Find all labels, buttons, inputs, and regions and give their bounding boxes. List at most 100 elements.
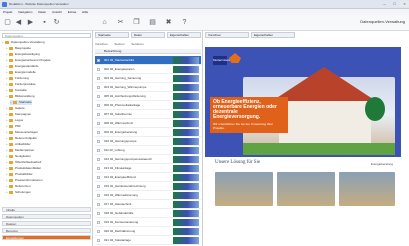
tab-vorschau[interactable]: Vorschau	[205, 32, 249, 38]
tree-item[interactable]: + Kampagnen	[6, 112, 31, 117]
menu-project[interactable]: Projekt	[3, 10, 12, 14]
list-item[interactable]: 011 02_Lüftung	[95, 146, 201, 155]
delete-icon[interactable]: ✖	[164, 18, 173, 27]
tree-item[interactable]: + Datenquellen-Verwaltung	[2, 40, 45, 45]
menu-navigation[interactable]: Navigation	[18, 10, 32, 14]
tab-eigenschaften-right[interactable]: Eigenschaften	[251, 32, 295, 38]
list-item[interactable]: 019 02_Fenstersanierung	[95, 218, 201, 227]
tab-eigenschaften[interactable]: Eigenschaften	[167, 32, 201, 38]
menu-help[interactable]: Hilfe	[82, 10, 88, 14]
list-item[interactable]: 010 02_Heizungspumpe	[95, 137, 201, 146]
tab-daten[interactable]: Daten	[131, 32, 165, 38]
row-checkbox[interactable]	[97, 185, 100, 188]
folder-icon[interactable]: ▤	[148, 18, 157, 27]
tree-item[interactable]: + Logos	[6, 118, 23, 123]
minimize-icon[interactable]: –	[380, 1, 389, 7]
tree-item[interactable]: + Energiestandards	[6, 64, 39, 69]
tree-item[interactable]: + Startseite	[10, 100, 32, 105]
list-item[interactable]: 015 02_Heizkostenabrechnung	[95, 182, 201, 191]
tree-item[interactable]: + Messeunterlagen	[6, 130, 38, 135]
back-icon[interactable]: ◀	[14, 18, 23, 27]
tree-item[interactable]: + Medienpartner	[6, 148, 34, 153]
help-icon[interactable]: ?	[180, 18, 189, 27]
cut-icon[interactable]: ✂	[116, 18, 125, 27]
tree-item[interactable]: + Energiemodelle	[6, 70, 36, 75]
save-icon[interactable]: ▪	[40, 18, 49, 27]
tree-item[interactable]: + Kontakte	[6, 88, 27, 93]
row-checkbox[interactable]	[97, 104, 100, 107]
row-checkbox[interactable]	[97, 113, 100, 116]
tree-item[interactable]: + Produktdatenblätter	[6, 166, 41, 171]
list-item[interactable]: 006 02_Photovoltaikanlage	[95, 101, 201, 110]
menu-view[interactable]: Ansicht	[52, 10, 62, 14]
tree-item[interactable]: + Bildverwaltung	[6, 94, 35, 99]
tree-item[interactable]: + Schulungen	[6, 190, 31, 195]
tree-item[interactable]: + Artikelbilder	[6, 142, 31, 147]
row-checkbox[interactable]	[97, 230, 100, 233]
tab-startseite[interactable]: Startseite	[95, 32, 129, 38]
new-icon[interactable]: ▢	[3, 18, 12, 27]
list-item[interactable]: 012 02_Heizungspumpenaustausch	[95, 155, 201, 164]
row-checkbox[interactable]	[97, 131, 100, 134]
tree-item[interactable]: + Produktbilder	[6, 172, 33, 177]
forward-icon[interactable]: ▶	[26, 18, 35, 27]
row-checkbox[interactable]	[97, 158, 100, 161]
panel-contents[interactable]: Inhalte	[2, 207, 91, 212]
list-item[interactable]: 021 02_Solaranlage	[95, 236, 201, 245]
home-icon[interactable]: ⌂	[100, 18, 109, 27]
list-item[interactable]: 008 02_Wärmeschutz	[95, 119, 201, 128]
tree-item[interactable]: + Presseinformationen	[6, 178, 43, 183]
list-item[interactable]: 020 02_Dachdämmung	[95, 227, 201, 236]
row-checkbox[interactable]	[97, 86, 100, 89]
menu-data[interactable]: Daten	[38, 10, 46, 14]
tree-item[interactable]: + Bauprojekte	[6, 46, 31, 51]
row-checkbox[interactable]	[97, 167, 100, 170]
filter-preview[interactable]: Vorschau	[95, 42, 108, 46]
list-item[interactable]: 009 02_Energieberatung	[95, 128, 201, 137]
tree-item[interactable]: + PDF	[6, 124, 21, 129]
tree-item[interactable]: + Energiekonferenz-Projekte	[6, 58, 51, 63]
row-checkbox[interactable]	[97, 68, 100, 71]
list-item[interactable]: 013 02_Klimaanlage	[95, 164, 201, 173]
menu-extras[interactable]: Extras	[68, 10, 77, 14]
row-checkbox[interactable]	[97, 239, 100, 242]
tree-item[interactable]: + Referenzen	[6, 184, 31, 189]
close-icon[interactable]: ×	[400, 1, 409, 7]
tree-item[interactable]: + Förderung	[6, 76, 29, 81]
row-checkbox[interactable]	[97, 212, 100, 215]
filter-sort[interactable]: Sortieren	[131, 42, 143, 46]
row-checkbox[interactable]	[97, 122, 100, 125]
row-checkbox[interactable]	[97, 194, 100, 197]
panel-users[interactable]: Benutzer	[2, 228, 91, 233]
list-item[interactable]: 001 02_Startseitenbild	[95, 56, 201, 65]
list-item[interactable]: 017 02_Haustechnik	[95, 200, 201, 209]
tree-item[interactable]: + Öffentlichkeitsarbeit	[6, 160, 41, 165]
panel-settings[interactable]: Einstellungen	[2, 235, 91, 240]
row-checkbox[interactable]	[97, 140, 100, 143]
list-item[interactable]: 016 02_Wärmedämmung	[95, 191, 201, 200]
row-checkbox[interactable]	[97, 149, 100, 152]
tree-item[interactable]: + Energiebeteiligung	[6, 52, 40, 57]
tree-item[interactable]: + Förderprodukte	[6, 82, 36, 87]
tree-item[interactable]: + Neuigkeiten	[6, 154, 31, 159]
panel-files[interactable]: Dateien	[2, 221, 91, 226]
list-item[interactable]: 003 02_Heizung_Sanierung	[95, 74, 201, 83]
list-item[interactable]: 004 02_Heizung_Wärmepumpe	[95, 83, 201, 92]
row-checkbox[interactable]	[97, 59, 100, 62]
row-checkbox[interactable]	[97, 221, 100, 224]
row-checkbox[interactable]	[97, 203, 100, 206]
list-item[interactable]: 014 02_Energieeffizienz	[95, 173, 201, 182]
tree-item[interactable]: + Galerie	[6, 106, 25, 111]
list-item[interactable]: 005 02_Holzheizungsförderung	[95, 92, 201, 101]
list-item[interactable]: 002 02_Energiesparen	[95, 65, 201, 74]
row-checkbox[interactable]	[97, 176, 100, 179]
column-header[interactable]: Bezeichnung	[95, 49, 201, 54]
tree-item[interactable]: + Referenzobjekte	[6, 136, 37, 141]
row-checkbox[interactable]	[97, 77, 100, 80]
copy-icon[interactable]: ❐	[132, 18, 141, 27]
row-checkbox[interactable]	[97, 95, 100, 98]
maximize-icon[interactable]: □	[390, 1, 399, 7]
filter-search[interactable]: Suchen	[114, 42, 124, 46]
panel-datasources[interactable]: Datenquellen	[2, 214, 91, 219]
refresh-icon[interactable]: ↻	[52, 18, 61, 27]
